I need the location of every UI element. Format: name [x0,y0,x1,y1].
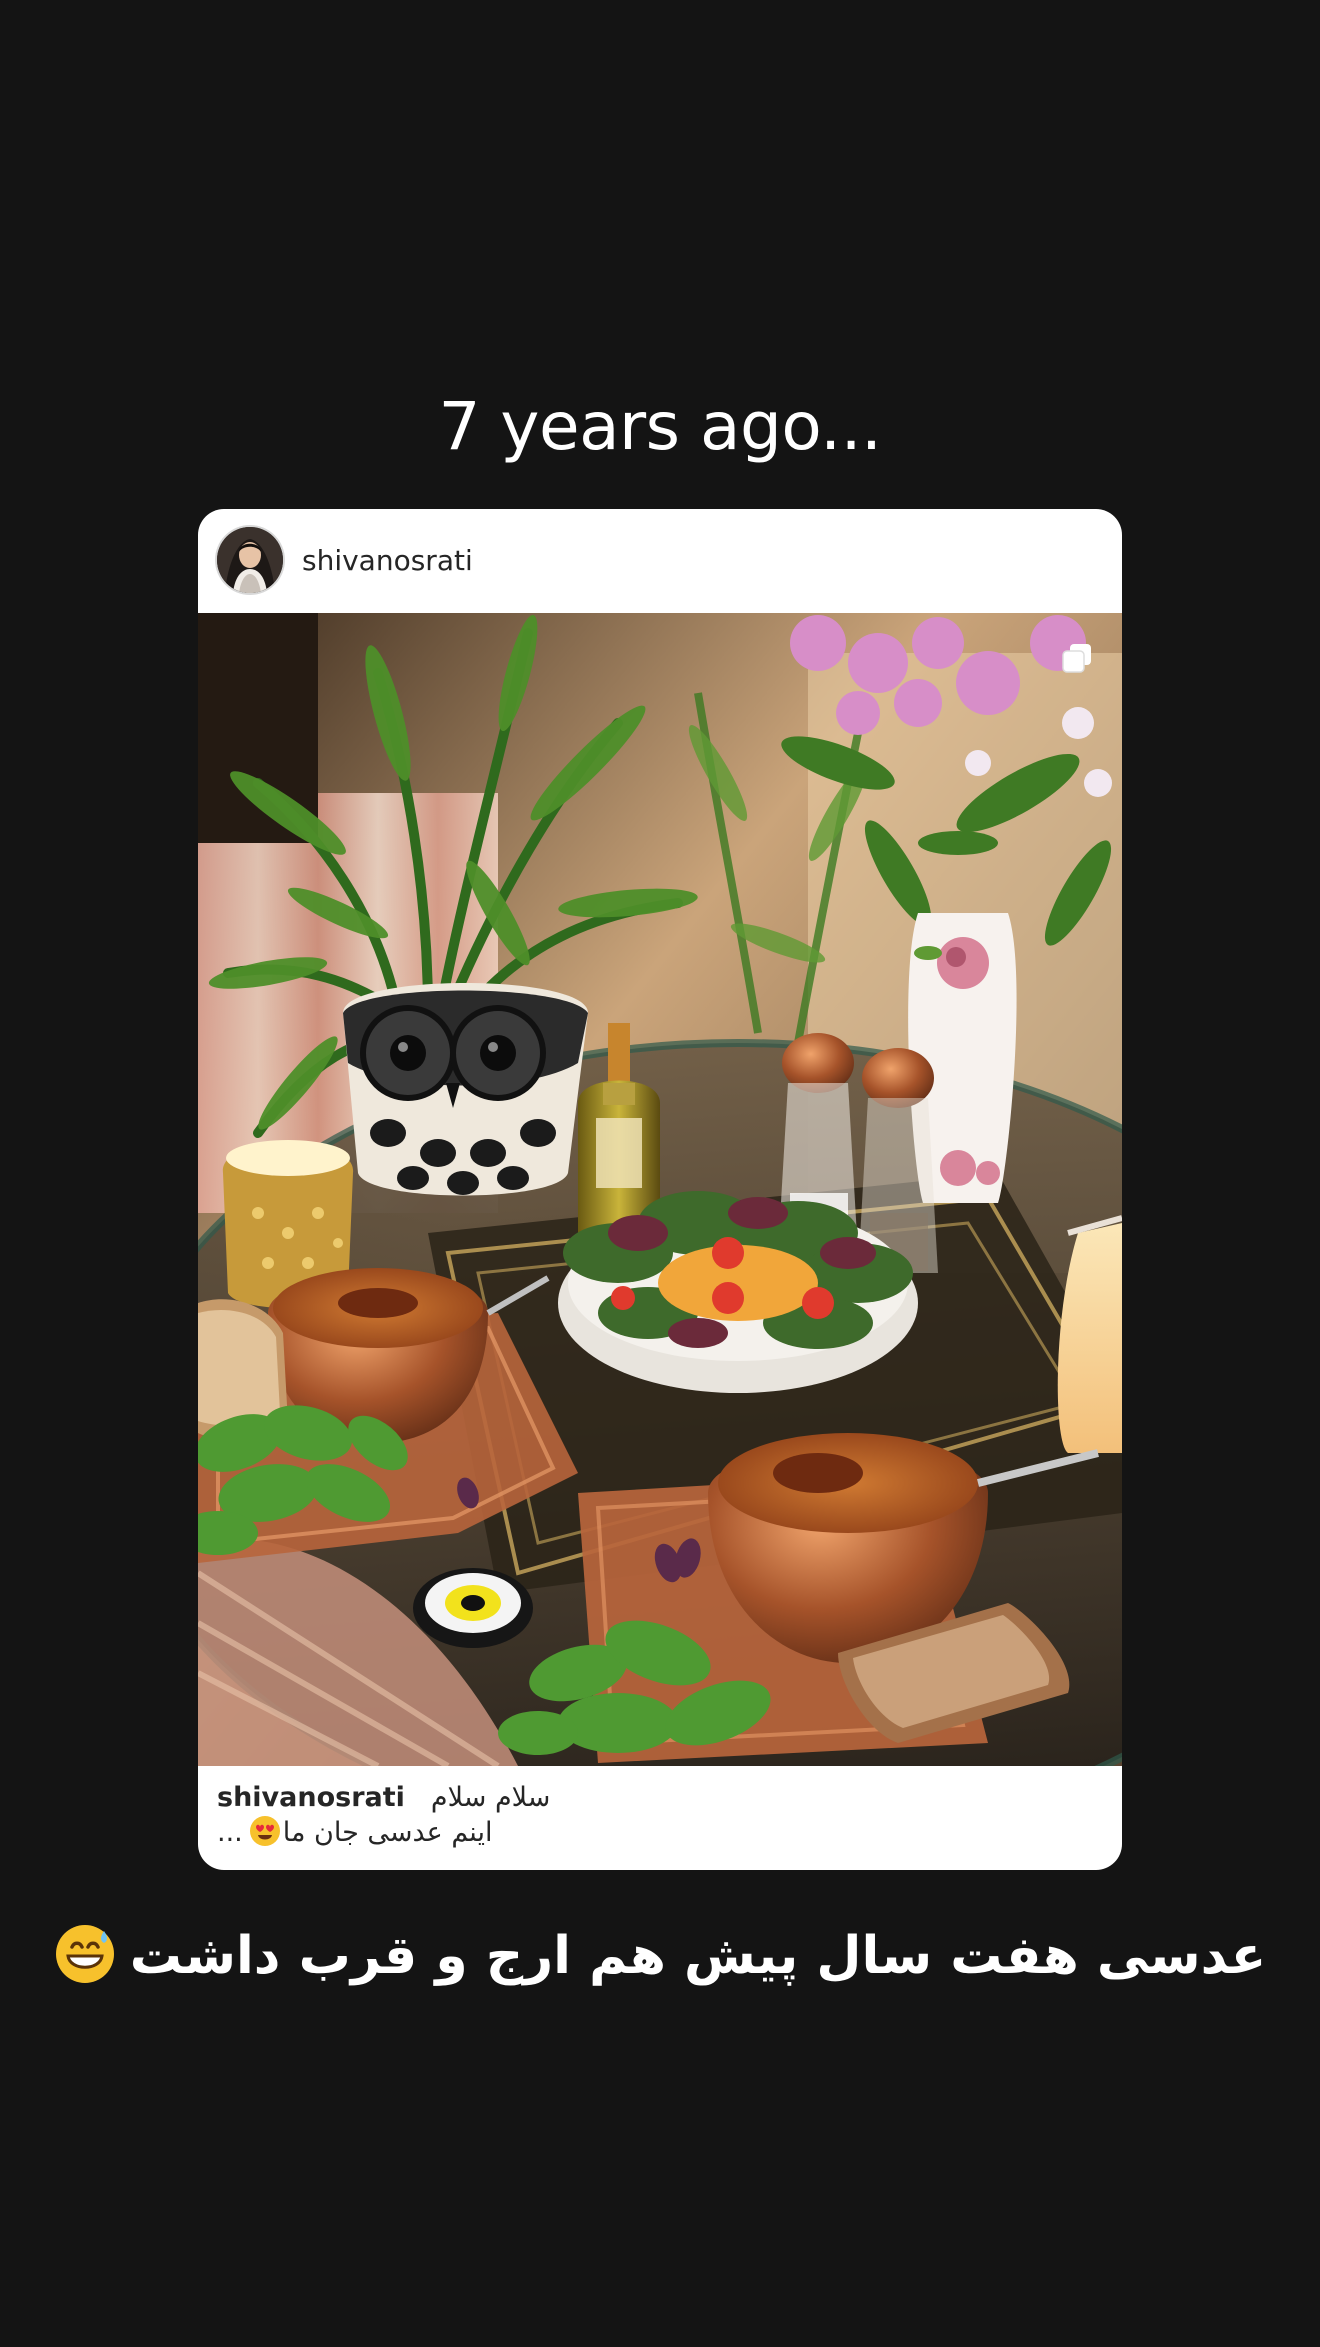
caption-greeting: سلام سلام [430,1782,551,1813]
story-caption: عدسی هفت سال پیش هم ارج و قرب داشت [0,1916,1320,1996]
story-headline: 7 years ago... [438,388,882,465]
owl-planter [343,983,588,1196]
caption-second-line: ... اینم عدسی جان ما [217,1815,492,1851]
avatar[interactable] [217,527,283,593]
post-username[interactable]: shivanosrati [302,542,473,580]
carousel-icon [1062,643,1092,673]
shared-post-card[interactable]: shivanosrati shivanosrati سلام سلام ... … [198,509,1122,1870]
grinning-face-with-sweat-icon [54,1923,116,1985]
post-photo[interactable] [198,613,1122,1766]
heart-eyes-emoji-icon [249,1815,281,1847]
story-caption-text: عدسی هفت سال پیش هم ارج و قرب داشت [129,1926,1267,1986]
evil-eye-ornament [413,1568,533,1648]
post-header[interactable]: shivanosrati [198,509,1122,613]
caption-more-ellipsis[interactable]: ... [217,1817,243,1848]
caption-username[interactable]: shivanosrati [217,1782,405,1813]
caption-first-line: shivanosrati سلام سلام [217,1780,550,1816]
caption-text: اینم عدسی جان ما [282,1817,493,1848]
post-caption: shivanosrati سلام سلام ... اینم عدسی جان … [198,1766,1122,1870]
